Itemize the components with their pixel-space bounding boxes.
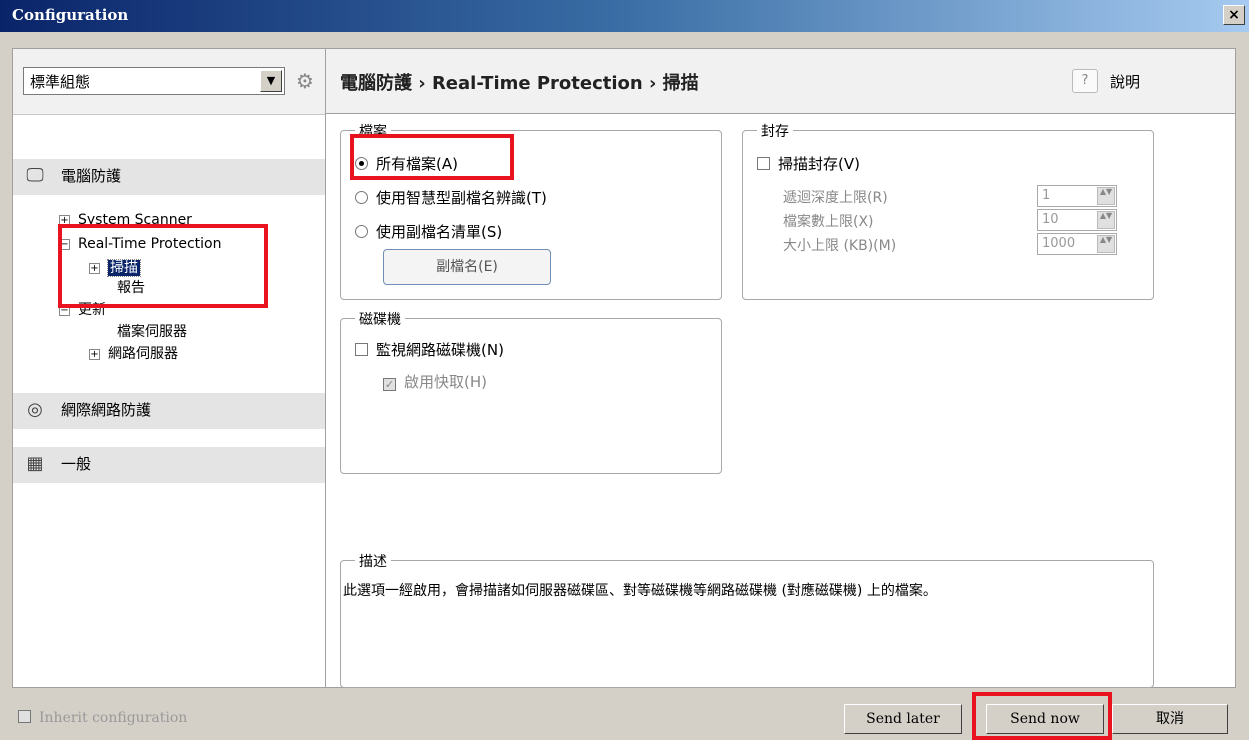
window-title: Configuration [12,6,129,24]
checkbox-monitor-network-drives[interactable]: 監視網路磁碟機(N) [355,339,504,360]
chevron-down-icon[interactable]: ▼ [260,70,282,92]
radio-button[interactable] [355,157,368,170]
stepper-value: 10 [1042,212,1059,227]
calendar-icon: ▦ [26,453,44,474]
checkbox[interactable] [757,157,770,170]
option-label: 掃描封存(V) [778,155,860,173]
files-group: 檔案 所有檔案(A) 使用智慧型副檔名辨識(T) 使用副檔名清單(S) 副檔名(… [340,121,722,300]
category-label: 網際網路防護 [61,401,152,419]
option-label: 監視網路磁碟機(N) [376,341,504,359]
help-link[interactable]: 說明 [1110,71,1140,92]
description-group: 描述 此選項一經啟用，會掃描諸如伺服器磁碟區、對等磁碟機等網路磁碟機 (對應磁碟… [340,551,1154,688]
stepper-arrows-icon[interactable]: ▲▼ [1097,187,1115,205]
tree-item-system-scanner[interactable]: + System Scanner [59,211,192,229]
footer-bar: Inherit configuration Send later Send no… [0,700,1249,740]
content-header: 電腦防護 › Real-Time Protection › 掃描 ? 說明 [326,48,1236,114]
breadcrumb: 電腦防護 › Real-Time Protection › 掃描 [340,73,699,94]
tree-item-update[interactable]: − 更新 [59,301,106,319]
tree-item-file-server[interactable]: 檔案伺服器 [117,323,187,341]
archive-group: 封存 掃描封存(V) 遞迴深度上限(R) 1 ▲▼ 檔案數上限(X) 10 ▲▼… [742,121,1154,300]
profile-bar: 標準組態 ▼ ⚙ [13,49,325,115]
max-files-stepper[interactable]: 10 ▲▼ [1037,209,1117,231]
option-label: 所有檔案(A) [376,155,458,173]
profile-value: 標準組態 [30,73,91,91]
radio-button[interactable] [355,225,368,238]
tree-label: System Scanner [78,212,192,228]
tree-item-realtime-protection[interactable]: − Real-Time Protection [59,235,222,253]
close-button[interactable]: × [1223,5,1245,25]
drives-group: 磁碟機 監視網路磁碟機(N) ✓ 啟用快取(H) [340,309,722,474]
checkbox[interactable] [18,710,31,723]
checkbox[interactable] [355,343,368,356]
option-label: 使用智慧型副檔名辨識(T) [376,189,547,207]
category-computer-protection[interactable]: 🖵 電腦防護 [13,159,325,195]
tree-item-web-server[interactable]: + 網路伺服器 [89,345,178,363]
gear-icon[interactable]: ⚙ [293,69,317,93]
tree-label: 更新 [78,302,106,318]
stepper-value: 1000 [1042,236,1076,251]
group-label: 描述 [355,551,391,571]
category-label: 電腦防護 [61,167,122,185]
radio-button[interactable] [355,191,368,204]
option-label: Inherit configuration [39,710,188,726]
option-label: 啟用快取(H) [404,373,487,391]
max-size-label: 大小上限 (KB)(M) [783,238,897,254]
send-later-button[interactable]: Send later [844,704,962,734]
max-size-stepper[interactable]: 1000 ▲▼ [1037,233,1117,255]
checkbox-inherit-configuration[interactable]: Inherit configuration [18,710,187,726]
expand-icon[interactable]: + [59,215,70,226]
stepper-arrows-icon[interactable]: ▲▼ [1097,211,1115,229]
checkbox[interactable]: ✓ [383,378,396,391]
expand-icon[interactable]: + [89,349,100,360]
recursion-stepper[interactable]: 1 ▲▼ [1037,185,1117,207]
globe-icon: ◎ [27,399,43,420]
category-internet-protection[interactable]: ◎ 網際網路防護 [13,393,325,429]
navigation-pane: 標準組態 ▼ ⚙ 🖵 電腦防護 + System Scanner − Real-Tim… [12,48,326,688]
stepper-value: 1 [1042,188,1051,203]
group-label: 磁碟機 [355,309,405,329]
tree-item-scan[interactable]: + 掃描 [89,259,141,277]
description-text: 此選項一經啟用，會掃描諸如伺服器磁碟區、對等磁碟機等網路磁碟機 (對應磁碟機) … [343,583,937,599]
category-label: 一般 [61,455,92,473]
collapse-icon[interactable]: − [59,239,70,250]
tree-item-report[interactable]: 報告 [117,279,145,297]
expand-icon[interactable]: + [89,263,100,274]
tree-label: 掃描 [107,259,141,277]
radio-extension-list[interactable]: 使用副檔名清單(S) [355,221,502,242]
title-bar: Configuration × [0,0,1249,32]
group-label: 檔案 [355,121,391,141]
max-files-label: 檔案數上限(X) [783,214,874,230]
radio-all-files[interactable]: 所有檔案(A) [355,153,458,174]
stepper-arrows-icon[interactable]: ▲▼ [1097,235,1115,253]
radio-smart-extensions[interactable]: 使用智慧型副檔名辨識(T) [355,187,547,208]
checkbox-scan-archives[interactable]: 掃描封存(V) [757,153,860,174]
recursion-label: 遞迴深度上限(R) [783,190,888,206]
send-now-button[interactable]: Send now [986,704,1104,734]
collapse-icon[interactable]: − [59,305,70,316]
settings-panel: 檔案 所有檔案(A) 使用智慧型副檔名辨識(T) 使用副檔名清單(S) 副檔名(… [326,114,1236,688]
checkbox-enable-cache[interactable]: ✓ 啟用快取(H) [383,371,487,392]
help-icon[interactable]: ? [1072,69,1098,93]
monitor-icon: 🖵 [26,165,44,186]
extensions-button[interactable]: 副檔名(E) [383,249,551,285]
option-label: 使用副檔名清單(S) [376,223,503,241]
tree-label: 網路伺服器 [108,346,178,362]
category-general[interactable]: ▦ 一般 [13,447,325,483]
profile-select[interactable]: 標準組態 ▼ [23,67,285,95]
group-label: 封存 [757,121,793,141]
tree-label: Real-Time Protection [78,236,222,252]
cancel-button[interactable]: 取消 [1112,704,1228,734]
